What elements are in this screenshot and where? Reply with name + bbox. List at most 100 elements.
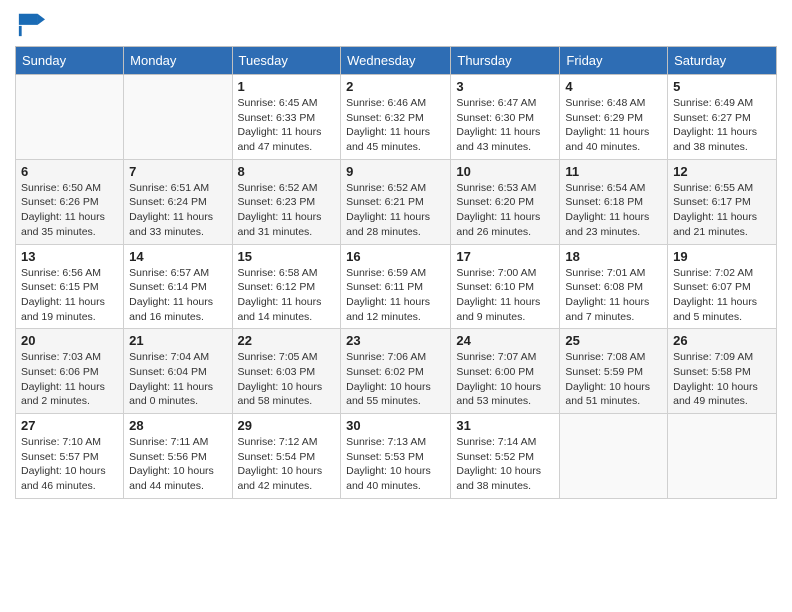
calendar-cell: 11 Sunrise: 6:54 AM Sunset: 6:18 PM Dayli… xyxy=(560,159,668,244)
calendar-cell: 5 Sunrise: 6:49 AM Sunset: 6:27 PM Daylig… xyxy=(668,75,777,160)
day-number: 16 xyxy=(346,249,445,264)
calendar-cell: 22 Sunrise: 7:05 AM Sunset: 6:03 PM Dayli… xyxy=(232,329,341,414)
calendar-cell xyxy=(16,75,124,160)
page: SundayMondayTuesdayWednesdayThursdayFrid… xyxy=(0,0,792,612)
day-info: Sunrise: 6:46 AM Sunset: 6:32 PM Dayligh… xyxy=(346,96,445,155)
day-info: Sunrise: 7:07 AM Sunset: 6:00 PM Dayligh… xyxy=(456,350,554,409)
day-number: 17 xyxy=(456,249,554,264)
calendar-cell: 27Sunrise: 7:10 AM Sunset: 5:57 PM Dayli… xyxy=(16,414,124,499)
day-number: 5 xyxy=(673,79,771,94)
calendar-cell: 23Sunrise: 7:06 AM Sunset: 6:02 PM Dayli… xyxy=(341,329,451,414)
day-info: Sunrise: 7:14 AM Sunset: 5:52 PM Dayligh… xyxy=(456,435,554,494)
day-info: Sunrise: 6:55 AM Sunset: 6:17 PM Dayligh… xyxy=(673,181,771,240)
day-info: Sunrise: 6:52 AM Sunset: 6:21 PM Dayligh… xyxy=(346,181,445,240)
day-info: Sunrise: 7:13 AM Sunset: 5:53 PM Dayligh… xyxy=(346,435,445,494)
calendar-weekday-saturday: Saturday xyxy=(668,47,777,75)
day-info: Sunrise: 7:09 AM Sunset: 5:58 PM Dayligh… xyxy=(673,350,771,409)
day-info: Sunrise: 7:02 AM Sunset: 6:07 PM Dayligh… xyxy=(673,266,771,325)
day-number: 7 xyxy=(129,164,226,179)
calendar-cell: 14 Sunrise: 6:57 AM Sunset: 6:14 PM Dayli… xyxy=(124,244,232,329)
day-number: 22 xyxy=(238,333,336,348)
day-number: 3 xyxy=(456,79,554,94)
day-number: 28 xyxy=(129,418,226,433)
day-info: Sunrise: 7:12 AM Sunset: 5:54 PM Dayligh… xyxy=(238,435,336,494)
day-number: 20 xyxy=(21,333,118,348)
calendar-weekday-tuesday: Tuesday xyxy=(232,47,341,75)
calendar-cell: 25Sunrise: 7:08 AM Sunset: 5:59 PM Dayli… xyxy=(560,329,668,414)
day-number: 14 xyxy=(129,249,226,264)
day-number: 29 xyxy=(238,418,336,433)
calendar-cell: 13Sunrise: 6:56 AM Sunset: 6:15 PM Dayli… xyxy=(16,244,124,329)
day-info: Sunrise: 6:50 AM Sunset: 6:26 PM Dayligh… xyxy=(21,181,118,240)
calendar-cell: 3Sunrise: 6:47 AM Sunset: 6:30 PM Daylig… xyxy=(451,75,560,160)
calendar-weekday-friday: Friday xyxy=(560,47,668,75)
day-number: 2 xyxy=(346,79,445,94)
calendar-cell: 16 Sunrise: 6:59 AM Sunset: 6:11 PM Dayli… xyxy=(341,244,451,329)
calendar-cell xyxy=(124,75,232,160)
day-number: 1 xyxy=(238,79,336,94)
day-info: Sunrise: 6:48 AM Sunset: 6:29 PM Dayligh… xyxy=(565,96,662,155)
day-number: 21 xyxy=(129,333,226,348)
day-number: 31 xyxy=(456,418,554,433)
calendar-cell: 30Sunrise: 7:13 AM Sunset: 5:53 PM Dayli… xyxy=(341,414,451,499)
day-number: 13 xyxy=(21,249,118,264)
day-info: Sunrise: 7:05 AM Sunset: 6:03 PM Dayligh… xyxy=(238,350,336,409)
calendar-cell: 15 Sunrise: 6:58 AM Sunset: 6:12 PM Dayli… xyxy=(232,244,341,329)
calendar-cell: 21 Sunrise: 7:04 AM Sunset: 6:04 PM Dayli… xyxy=(124,329,232,414)
calendar-week-row: 6 Sunrise: 6:50 AM Sunset: 6:26 PM Daylig… xyxy=(16,159,777,244)
calendar-cell: 28 Sunrise: 7:11 AM Sunset: 5:56 PM Dayli… xyxy=(124,414,232,499)
day-info: Sunrise: 7:01 AM Sunset: 6:08 PM Dayligh… xyxy=(565,266,662,325)
day-number: 4 xyxy=(565,79,662,94)
calendar-cell: 12Sunrise: 6:55 AM Sunset: 6:17 PM Dayli… xyxy=(668,159,777,244)
calendar-cell: 1 Sunrise: 6:45 AM Sunset: 6:33 PM Daylig… xyxy=(232,75,341,160)
calendar-cell xyxy=(668,414,777,499)
day-number: 19 xyxy=(673,249,771,264)
day-number: 6 xyxy=(21,164,118,179)
day-info: Sunrise: 7:10 AM Sunset: 5:57 PM Dayligh… xyxy=(21,435,118,494)
logo xyxy=(15,10,49,38)
calendar-week-row: 1 Sunrise: 6:45 AM Sunset: 6:33 PM Daylig… xyxy=(16,75,777,160)
calendar-cell: 20 Sunrise: 7:03 AM Sunset: 6:06 PM Dayli… xyxy=(16,329,124,414)
calendar-cell: 26Sunrise: 7:09 AM Sunset: 5:58 PM Dayli… xyxy=(668,329,777,414)
day-info: Sunrise: 6:57 AM Sunset: 6:14 PM Dayligh… xyxy=(129,266,226,325)
day-info: Sunrise: 6:54 AM Sunset: 6:18 PM Dayligh… xyxy=(565,181,662,240)
calendar-table: SundayMondayTuesdayWednesdayThursdayFrid… xyxy=(15,46,777,499)
calendar-cell: 7 Sunrise: 6:51 AM Sunset: 6:24 PM Daylig… xyxy=(124,159,232,244)
day-info: Sunrise: 6:52 AM Sunset: 6:23 PM Dayligh… xyxy=(238,181,336,240)
day-info: Sunrise: 6:51 AM Sunset: 6:24 PM Dayligh… xyxy=(129,181,226,240)
calendar-cell: 24 Sunrise: 7:07 AM Sunset: 6:00 PM Dayli… xyxy=(451,329,560,414)
day-number: 15 xyxy=(238,249,336,264)
day-number: 9 xyxy=(346,164,445,179)
calendar-cell xyxy=(560,414,668,499)
day-info: Sunrise: 6:58 AM Sunset: 6:12 PM Dayligh… xyxy=(238,266,336,325)
calendar-week-row: 13Sunrise: 6:56 AM Sunset: 6:15 PM Dayli… xyxy=(16,244,777,329)
day-info: Sunrise: 6:53 AM Sunset: 6:20 PM Dayligh… xyxy=(456,181,554,240)
day-number: 11 xyxy=(565,164,662,179)
calendar-cell: 2 Sunrise: 6:46 AM Sunset: 6:32 PM Daylig… xyxy=(341,75,451,160)
calendar-weekday-thursday: Thursday xyxy=(451,47,560,75)
calendar-weekday-sunday: Sunday xyxy=(16,47,124,75)
day-number: 10 xyxy=(456,164,554,179)
day-info: Sunrise: 7:06 AM Sunset: 6:02 PM Dayligh… xyxy=(346,350,445,409)
calendar-weekday-wednesday: Wednesday xyxy=(341,47,451,75)
calendar-cell: 9 Sunrise: 6:52 AM Sunset: 6:21 PM Daylig… xyxy=(341,159,451,244)
calendar-header-row: SundayMondayTuesdayWednesdayThursdayFrid… xyxy=(16,47,777,75)
calendar-cell: 17 Sunrise: 7:00 AM Sunset: 6:10 PM Dayli… xyxy=(451,244,560,329)
day-info: Sunrise: 6:49 AM Sunset: 6:27 PM Dayligh… xyxy=(673,96,771,155)
calendar-cell: 29 Sunrise: 7:12 AM Sunset: 5:54 PM Dayli… xyxy=(232,414,341,499)
calendar-cell: 19 Sunrise: 7:02 AM Sunset: 6:07 PM Dayli… xyxy=(668,244,777,329)
day-info: Sunrise: 6:45 AM Sunset: 6:33 PM Dayligh… xyxy=(238,96,336,155)
day-number: 18 xyxy=(565,249,662,264)
day-info: Sunrise: 7:03 AM Sunset: 6:06 PM Dayligh… xyxy=(21,350,118,409)
calendar-cell: 8Sunrise: 6:52 AM Sunset: 6:23 PM Daylig… xyxy=(232,159,341,244)
day-info: Sunrise: 6:59 AM Sunset: 6:11 PM Dayligh… xyxy=(346,266,445,325)
day-info: Sunrise: 7:04 AM Sunset: 6:04 PM Dayligh… xyxy=(129,350,226,409)
day-info: Sunrise: 7:08 AM Sunset: 5:59 PM Dayligh… xyxy=(565,350,662,409)
calendar-weekday-monday: Monday xyxy=(124,47,232,75)
calendar-cell: 10 Sunrise: 6:53 AM Sunset: 6:20 PM Dayli… xyxy=(451,159,560,244)
day-number: 24 xyxy=(456,333,554,348)
header xyxy=(15,10,777,38)
calendar-week-row: 20 Sunrise: 7:03 AM Sunset: 6:06 PM Dayli… xyxy=(16,329,777,414)
day-info: Sunrise: 7:00 AM Sunset: 6:10 PM Dayligh… xyxy=(456,266,554,325)
day-info: Sunrise: 7:11 AM Sunset: 5:56 PM Dayligh… xyxy=(129,435,226,494)
